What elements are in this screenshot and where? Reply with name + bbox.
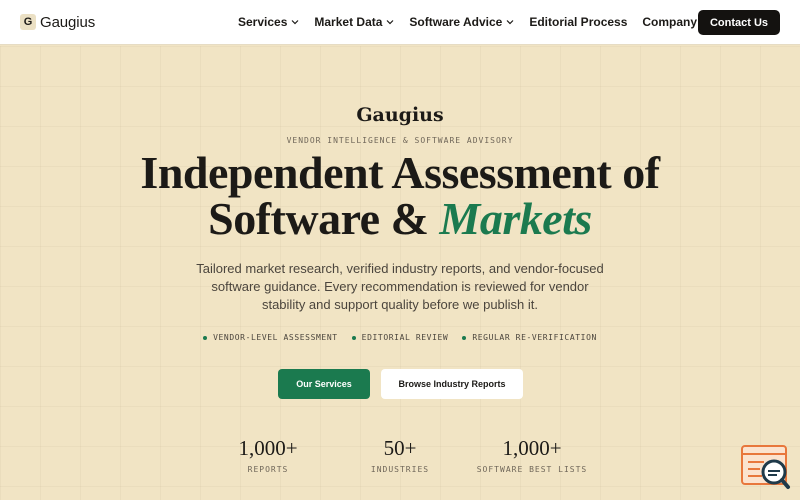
- site-header: G Gaugius Services Market Data Software …: [0, 0, 800, 45]
- stat-industries: 50+ INDUSTRIES: [350, 436, 450, 474]
- hero-headline: Independent Assessment of Software & Mar…: [0, 150, 800, 242]
- contact-us-button[interactable]: Contact Us: [698, 10, 780, 35]
- stat-value: 1,000+: [238, 436, 298, 460]
- nav-label: Software Advice: [409, 15, 503, 29]
- nav-label: Company: [642, 15, 698, 29]
- logo-mark-icon: G: [20, 14, 36, 30]
- headline-accent: Markets: [439, 193, 592, 244]
- headline-line-2: Software &: [208, 193, 440, 244]
- bullet-dot-icon: [203, 335, 208, 340]
- logo[interactable]: G Gaugius: [20, 13, 95, 31]
- feature-item: EDITORIAL REVIEW: [351, 333, 449, 342]
- nav-services[interactable]: Services: [238, 15, 299, 29]
- feature-label: EDITORIAL REVIEW: [361, 333, 449, 342]
- nav-market-data[interactable]: Market Data: [314, 15, 394, 29]
- search-chat-icon: [741, 445, 790, 489]
- stat-label: REPORTS: [247, 465, 289, 474]
- nav-label: Market Data: [314, 15, 383, 29]
- chevron-down-icon: [506, 18, 514, 26]
- feature-list: VENDOR-LEVEL ASSESSMENT EDITORIAL REVIEW…: [0, 333, 800, 342]
- browse-reports-button[interactable]: Browse Industry Reports: [381, 369, 523, 399]
- main-nav: Services Market Data Software Advice Edi…: [238, 14, 724, 30]
- feature-item: REGULAR RE-VERIFICATION: [462, 333, 597, 342]
- chevron-down-icon: [386, 18, 394, 26]
- stat-label: INDUSTRIES: [370, 465, 430, 474]
- stat-value: 1,000+: [502, 436, 562, 460]
- hero-subtext: Tailored market research, verified indus…: [196, 261, 604, 312]
- feature-item: VENDOR-LEVEL ASSESSMENT: [203, 333, 338, 342]
- stat-value: 50+: [383, 436, 417, 460]
- chevron-down-icon: [291, 18, 299, 26]
- nav-label: Services: [238, 15, 288, 29]
- our-services-button[interactable]: Our Services: [278, 369, 370, 399]
- logo-text: Gaugius: [40, 13, 96, 31]
- search-chat-widget[interactable]: [740, 444, 792, 490]
- nav-editorial-process[interactable]: Editorial Process: [529, 15, 627, 29]
- stat-reports: 1,000+ REPORTS: [218, 436, 318, 474]
- bullet-dot-icon: [351, 335, 356, 340]
- stat-label: SOFTWARE BEST LISTS: [476, 465, 588, 474]
- hero-eyebrow: VENDOR INTELLIGENCE & SOFTWARE ADVISORY: [286, 136, 514, 145]
- bullet-dot-icon: [462, 335, 467, 340]
- headline-line-1: Independent Assessment of: [140, 147, 660, 198]
- hero-brand: Gaugius: [356, 104, 444, 126]
- stat-best-lists: 1,000+ SOFTWARE BEST LISTS: [472, 436, 592, 474]
- feature-label: VENDOR-LEVEL ASSESSMENT: [213, 333, 338, 342]
- feature-label: REGULAR RE-VERIFICATION: [472, 333, 597, 342]
- nav-software-advice[interactable]: Software Advice: [409, 15, 514, 29]
- nav-label: Editorial Process: [529, 15, 628, 29]
